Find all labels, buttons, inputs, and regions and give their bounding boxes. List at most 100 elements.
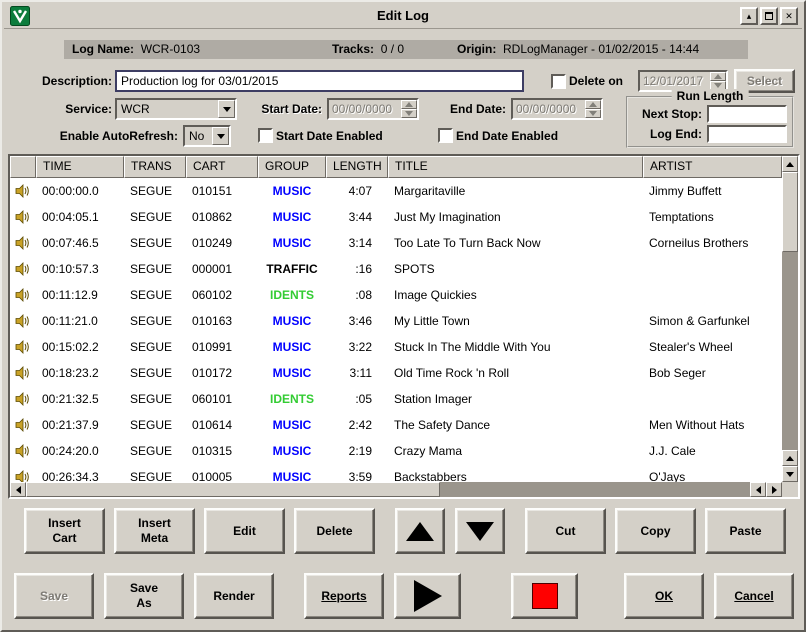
edit-button[interactable]: Edit (204, 508, 285, 554)
log-row[interactable]: 00:18:23.2 SEGUE 010172 MUSIC 3:11 Old T… (10, 360, 782, 386)
row-trans: SEGUE (124, 464, 186, 482)
speaker-icon (15, 210, 31, 224)
log-end-field (707, 125, 787, 143)
spin-down-button (401, 109, 417, 118)
reports-button[interactable]: Reports (304, 573, 384, 619)
row-icon-cell (10, 308, 36, 334)
save-as-button[interactable]: Save As (104, 573, 184, 619)
scroll-right-button[interactable] (766, 482, 782, 497)
scroll-left-button[interactable] (10, 482, 26, 497)
row-length: 2:19 (326, 438, 388, 464)
row-icon-cell (10, 464, 36, 482)
col-header-time[interactable]: TIME (36, 156, 124, 178)
log-row[interactable]: 00:24:20.0 SEGUE 010315 MUSIC 2:19 Crazy… (10, 438, 782, 464)
row-time: 00:04:05.1 (36, 204, 124, 230)
autorefresh-combo-arrow-button[interactable] (212, 127, 229, 145)
insert-cart-button[interactable]: Insert Cart (24, 508, 105, 554)
horizontal-scrollbar[interactable] (10, 482, 782, 497)
log-row[interactable]: 00:11:12.9 SEGUE 060102 IDENTS :08 Image… (10, 282, 782, 308)
vertical-scrollbar[interactable] (782, 156, 798, 482)
close-button[interactable]: ✕ (780, 7, 798, 25)
move-down-button[interactable] (455, 508, 505, 554)
vertical-scroll-thumb[interactable] (782, 172, 798, 252)
copy-button[interactable]: Copy (615, 508, 696, 554)
stop-button[interactable] (511, 573, 578, 619)
play-button[interactable] (394, 573, 461, 619)
move-up-button[interactable] (395, 508, 445, 554)
row-icon-cell (10, 386, 36, 412)
row-trans: SEGUE (124, 256, 186, 282)
log-row[interactable]: 00:10:57.3 SEGUE 000001 TRAFFIC :16 SPOT… (10, 256, 782, 282)
autorefresh-value: No (185, 127, 212, 145)
delete-button[interactable]: Delete (294, 508, 375, 554)
scroll-left-button-2[interactable] (750, 482, 766, 497)
col-header-icon[interactable] (10, 156, 36, 178)
row-length: :05 (326, 386, 388, 412)
next-stop-label: Next Stop: (630, 106, 702, 123)
service-combo[interactable]: WCR (115, 98, 237, 120)
row-length: 3:22 (326, 334, 388, 360)
next-stop-field (707, 105, 787, 123)
start-date-enabled-checkbox[interactable] (258, 128, 273, 143)
row-trans: SEGUE (124, 204, 186, 230)
insert-meta-button[interactable]: Insert Meta (114, 508, 195, 554)
row-artist: Jimmy Buffett (643, 178, 782, 204)
row-icon-cell (10, 178, 36, 204)
arrow-down-icon (466, 522, 494, 541)
row-trans: SEGUE (124, 230, 186, 256)
autorefresh-combo[interactable]: No (183, 125, 231, 147)
log-row[interactable]: 00:21:37.9 SEGUE 010614 MUSIC 2:42 The S… (10, 412, 782, 438)
log-row[interactable]: 00:04:05.1 SEGUE 010862 MUSIC 3:44 Just … (10, 204, 782, 230)
row-trans: SEGUE (124, 334, 186, 360)
description-input[interactable] (115, 70, 524, 92)
render-button[interactable]: Render (194, 573, 274, 619)
titlebar[interactable]: Edit Log ▴ ✕ (4, 4, 802, 29)
col-header-trans[interactable]: TRANS (124, 156, 186, 178)
arrow-up-icon (786, 162, 794, 167)
log-row[interactable]: 00:07:46.5 SEGUE 010249 MUSIC 3:14 Too L… (10, 230, 782, 256)
col-header-group[interactable]: GROUP (258, 156, 326, 178)
log-name-label: Log Name: (72, 42, 134, 56)
service-combo-arrow-button[interactable] (218, 100, 235, 118)
start-date-label: Start Date: (240, 98, 322, 120)
scroll-up-button-2[interactable] (782, 450, 798, 466)
row-length: :16 (326, 256, 388, 282)
paste-button[interactable]: Paste (705, 508, 786, 554)
row-artist: Stealer's Wheel (643, 334, 782, 360)
row-length: 2:42 (326, 412, 388, 438)
col-header-length[interactable]: LENGTH (326, 156, 388, 178)
service-label: Service: (8, 98, 112, 120)
row-cart: 000001 (186, 256, 258, 282)
scroll-down-button[interactable] (782, 466, 798, 482)
col-header-cart[interactable]: CART (186, 156, 258, 178)
arrow-up-icon (406, 522, 434, 541)
spin-down-icon (405, 111, 413, 116)
spin-up-button (401, 100, 417, 109)
log-row[interactable]: 00:15:02.2 SEGUE 010991 MUSIC 3:22 Stuck… (10, 334, 782, 360)
shade-button[interactable]: ▴ (740, 7, 758, 25)
row-icon-cell (10, 334, 36, 360)
log-row[interactable]: 00:11:21.0 SEGUE 010163 MUSIC 3:46 My Li… (10, 308, 782, 334)
delete-on-checkbox[interactable] (551, 74, 566, 89)
scroll-up-button[interactable] (782, 156, 798, 172)
speaker-icon (15, 366, 31, 380)
log-row[interactable]: 00:00:00.0 SEGUE 010151 MUSIC 4:07 Marga… (10, 178, 782, 204)
log-row[interactable]: 00:21:32.5 SEGUE 060101 IDENTS :05 Stati… (10, 386, 782, 412)
ok-button[interactable]: OK (624, 573, 704, 619)
end-date-enabled-checkbox[interactable] (438, 128, 453, 143)
autorefresh-label: Enable AutoRefresh: (8, 125, 178, 147)
row-cart: 010163 (186, 308, 258, 334)
cancel-button[interactable]: Cancel (714, 573, 794, 619)
cut-button[interactable]: Cut (525, 508, 606, 554)
start-date-spinner: 00/00/0000 (327, 98, 419, 120)
horizontal-scroll-thumb[interactable] (26, 482, 440, 497)
row-cart: 010991 (186, 334, 258, 360)
tracks-value: 0 / 0 (381, 42, 404, 56)
row-length: :08 (326, 282, 388, 308)
col-header-title[interactable]: TITLE (388, 156, 643, 178)
maximize-button[interactable] (760, 7, 778, 25)
log-row[interactable]: 00:26:34.3 SEGUE 010005 MUSIC 3:59 Backs… (10, 464, 782, 482)
delete-on-date-value: 12/01/2017 (640, 72, 710, 90)
col-header-artist[interactable]: ARTIST (643, 156, 782, 178)
arrow-left-icon (16, 486, 21, 494)
